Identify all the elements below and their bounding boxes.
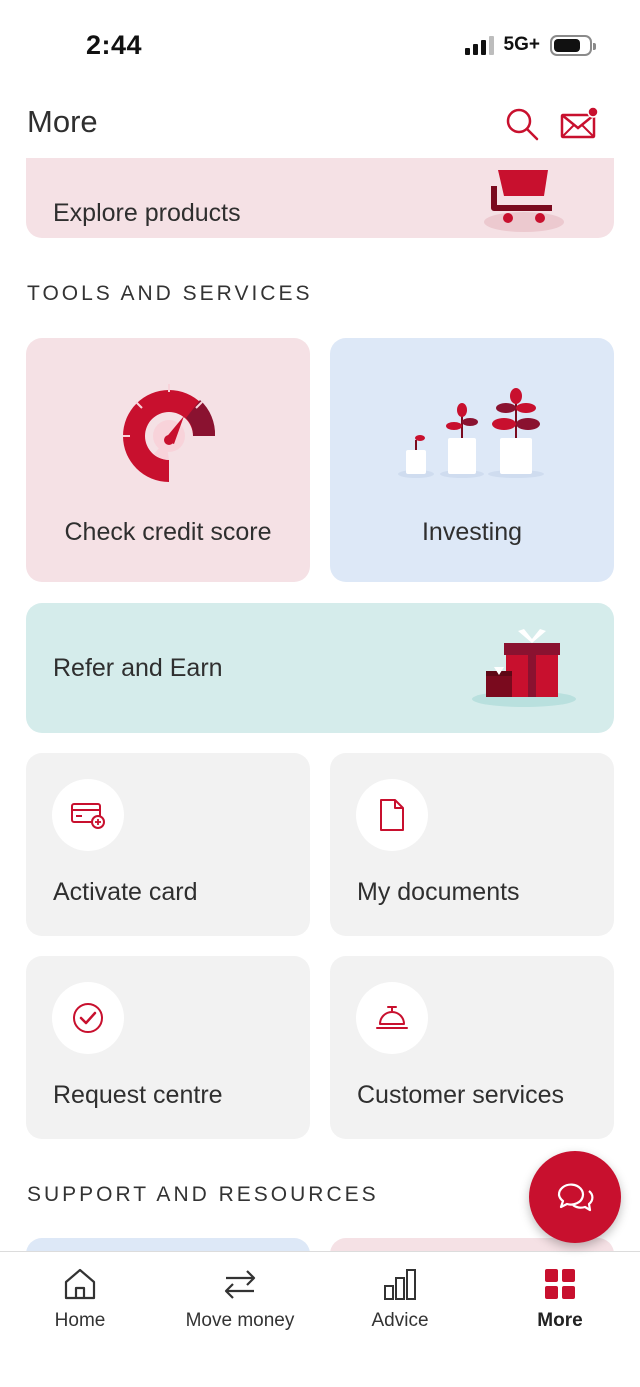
nav-home-label: Home (54, 1310, 106, 1331)
gift-icon (472, 629, 576, 707)
document-icon (380, 799, 404, 831)
page-title: More (27, 104, 98, 139)
request-centre-label: Request centre (53, 1081, 223, 1109)
request-centre-tile[interactable]: Request centre (26, 956, 310, 1139)
network-type: 5G+ (503, 34, 540, 55)
mail-icon (560, 106, 599, 139)
check-credit-score-tile[interactable]: Check credit score (26, 338, 310, 582)
customer-services-icon-circle (356, 982, 428, 1054)
battery-icon (550, 34, 596, 56)
investing-label: Investing (421, 518, 523, 546)
investing-tile[interactable]: Investing (330, 338, 614, 582)
transfer-arrows-icon (224, 1270, 256, 1299)
shopping-cart-icon (484, 170, 564, 232)
status-indicators: 5G+ (464, 34, 596, 56)
search-icon (506, 108, 539, 141)
customer-services-label: Customer services (357, 1081, 564, 1109)
documents-icon-circle (356, 779, 428, 851)
my-documents-label: My documents (357, 878, 520, 906)
home-icon (64, 1268, 96, 1300)
status-time: 2:44 (86, 30, 143, 60)
nav-advice[interactable]: Advice (320, 1252, 480, 1352)
tools-section-heading: TOOLS AND SERVICES (27, 282, 313, 305)
signal-icon (464, 35, 494, 55)
customer-services-tile[interactable]: Customer services (330, 956, 614, 1139)
credit-card-add-icon (71, 803, 105, 829)
request-centre-icon-circle (52, 982, 124, 1054)
nav-move-money-label: Move money (185, 1310, 295, 1331)
check-circle-icon (73, 1003, 103, 1033)
nav-more-label: More (537, 1310, 583, 1331)
nav-more[interactable]: More (480, 1252, 640, 1352)
plant-growth-icon (398, 388, 544, 478)
explore-products-label: Explore products (53, 199, 241, 227)
chat-bubbles-icon (557, 1183, 594, 1212)
search-button[interactable] (504, 106, 540, 142)
credit-score-label: Check credit score (64, 518, 272, 546)
status-bar: 2:44 5G+ (0, 0, 640, 96)
nav-move-money[interactable]: Move money (160, 1252, 320, 1352)
grid-icon (545, 1269, 575, 1299)
support-tile-1[interactable] (26, 1238, 310, 1251)
activate-card-label: Activate card (53, 878, 198, 906)
activate-card-icon-circle (52, 779, 124, 851)
content-scroll[interactable]: Explore products TOOLS AND SERVICES Chec… (0, 158, 640, 1251)
bottom-navigation: Home Move money Advice More (0, 1251, 640, 1387)
explore-products-card[interactable]: Explore products (26, 158, 614, 238)
credit-gauge-icon (123, 384, 216, 482)
refer-and-earn-tile[interactable]: Refer and Earn (26, 603, 614, 733)
nav-advice-label: Advice (371, 1310, 429, 1331)
chat-button[interactable] (529, 1151, 621, 1243)
service-bell-icon (376, 1006, 408, 1029)
my-documents-tile[interactable]: My documents (330, 753, 614, 936)
support-section-heading: SUPPORT AND RESOURCES (27, 1183, 379, 1206)
nav-home[interactable]: Home (0, 1252, 160, 1352)
app-header: More (0, 96, 640, 158)
refer-and-earn-label: Refer and Earn (53, 654, 223, 682)
messages-button[interactable] (560, 106, 599, 142)
bar-chart-icon (384, 1269, 416, 1300)
activate-card-tile[interactable]: Activate card (26, 753, 310, 936)
